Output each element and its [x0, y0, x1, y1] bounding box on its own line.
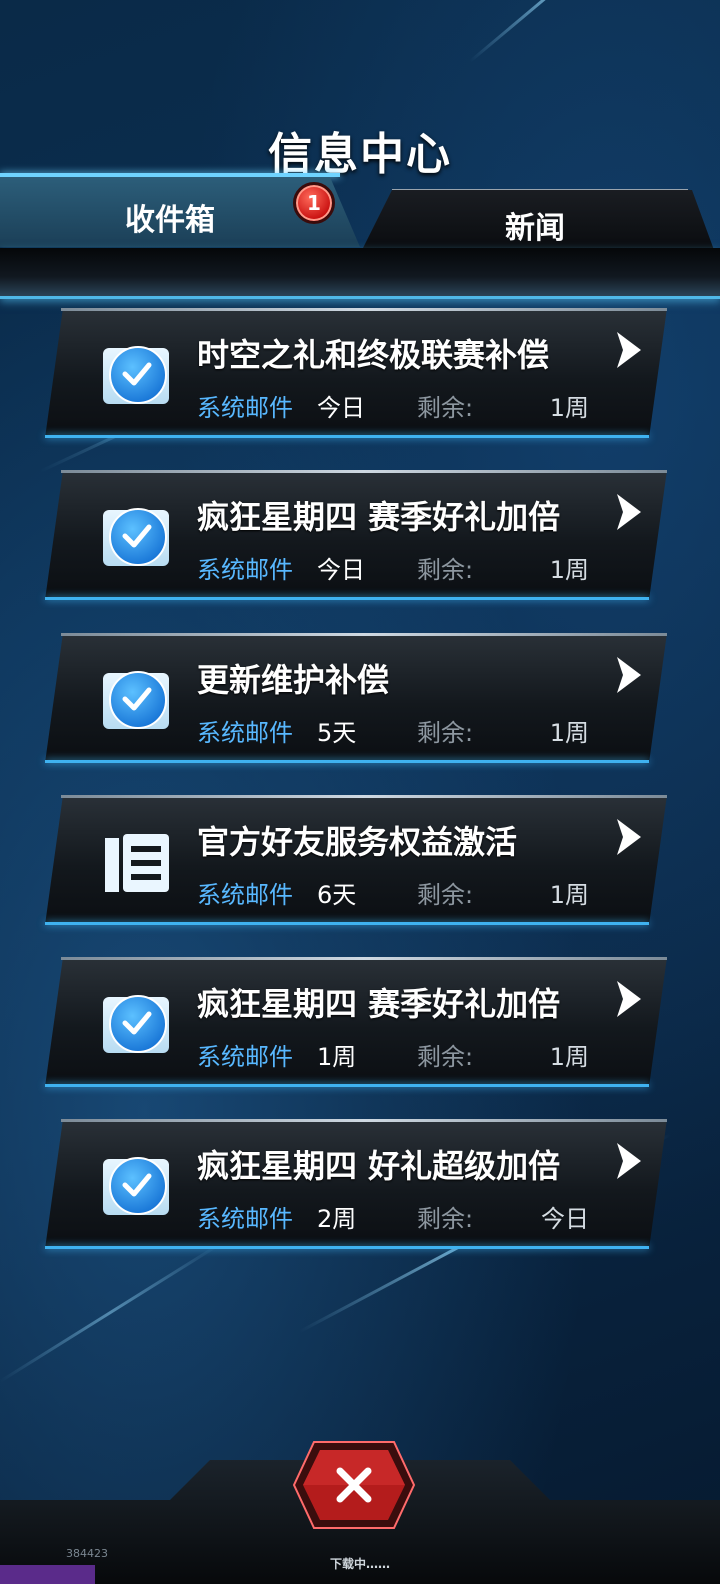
mail-subject: 疯狂星期四 赛季好礼加倍 [197, 985, 561, 1023]
download-status: 下载中…… [329, 1557, 390, 1571]
mail-type: 系统邮件 [197, 719, 293, 747]
mail-age: 2周 [317, 1205, 357, 1233]
mail-type: 系统邮件 [197, 1205, 293, 1233]
mail-age: 今日 [317, 394, 365, 422]
light-streak [0, 1242, 222, 1383]
mail-subject: 疯狂星期四 好礼超级加倍 [197, 1147, 561, 1185]
mail-age: 1周 [317, 1043, 357, 1071]
remaining-value: 1周 [549, 556, 589, 584]
mail-subject: 更新维护补偿 [197, 661, 390, 699]
remaining-label: 剩余: [417, 394, 474, 422]
mail-card-rim [61, 308, 667, 311]
mail-type: 系统邮件 [197, 881, 293, 909]
mail-item[interactable]: 官方好友服务权益激活系统邮件 6天 剩余: 1周 [45, 795, 667, 925]
chevron-right-icon[interactable] [613, 653, 645, 697]
remaining-label: 剩余: [417, 719, 474, 747]
tab-inbox-label: 收件箱 [125, 203, 215, 238]
mail-card-rim [61, 795, 667, 798]
mail-card-rim [61, 470, 667, 473]
check-icon [109, 995, 167, 1053]
mail-card-glow [45, 760, 649, 763]
remaining-label: 剩余: [417, 556, 474, 584]
close-button[interactable] [292, 1440, 416, 1530]
remaining-value: 1周 [549, 881, 589, 909]
tab-news-label: 新闻 [505, 211, 565, 246]
remaining-label: 剩余: [417, 1043, 474, 1071]
mail-card-glow [45, 597, 649, 600]
check-icon [109, 508, 167, 566]
unread-badge: 1 [293, 182, 335, 224]
mail-card-rim [61, 1119, 667, 1122]
mail-item[interactable]: 疯狂星期四 好礼超级加倍系统邮件 2周 剩余: 今日 [45, 1119, 667, 1249]
mail-age: 5天 [317, 719, 357, 747]
chevron-right-icon[interactable] [613, 328, 645, 372]
check-icon [109, 671, 167, 729]
remaining-value: 1周 [549, 394, 589, 422]
mail-card-glow [45, 1084, 649, 1087]
mail-item[interactable]: 更新维护补偿系统邮件 5天 剩余: 1周 [45, 633, 667, 763]
mail-card-rim [61, 957, 667, 960]
mail-subject: 时空之礼和终极联赛补偿 [197, 336, 550, 374]
mail-type: 系统邮件 [197, 394, 293, 422]
mail-item[interactable]: 时空之礼和终极联赛补偿系统邮件 今日 剩余: 1周 [45, 308, 667, 438]
remaining-value: 1周 [549, 719, 589, 747]
remaining-value: 今日 [541, 1205, 589, 1233]
remaining-label: 剩余: [417, 1205, 474, 1233]
chevron-right-icon[interactable] [613, 977, 645, 1021]
check-icon [109, 1157, 167, 1215]
mail-card-glow [45, 435, 649, 438]
mail-type: 系统邮件 [197, 1043, 293, 1071]
chevron-right-icon[interactable] [613, 490, 645, 534]
tab-shelf [0, 248, 720, 299]
mail-card-rim [61, 633, 667, 636]
chevron-right-icon[interactable] [613, 1139, 645, 1183]
remaining-label: 剩余: [417, 881, 474, 909]
mail-item[interactable]: 疯狂星期四 赛季好礼加倍系统邮件 今日 剩余: 1周 [45, 470, 667, 600]
close-icon [292, 1441, 416, 1529]
light-streak [469, 0, 671, 63]
mail-card-glow [45, 922, 649, 925]
mail-age: 今日 [317, 556, 365, 584]
mail-item[interactable]: 疯狂星期四 赛季好礼加倍系统邮件 1周 剩余: 1周 [45, 957, 667, 1087]
mail-type: 系统邮件 [197, 556, 293, 584]
check-icon [109, 346, 167, 404]
mail-subject: 官方好友服务权益激活 [197, 823, 518, 861]
notice-icon [105, 834, 169, 892]
tab-rim [0, 173, 340, 177]
remaining-value: 1周 [549, 1043, 589, 1071]
mail-card-glow [45, 1246, 649, 1249]
mail-age: 6天 [317, 881, 357, 909]
chevron-right-icon[interactable] [613, 815, 645, 859]
mail-subject: 疯狂星期四 赛季好礼加倍 [197, 498, 561, 536]
